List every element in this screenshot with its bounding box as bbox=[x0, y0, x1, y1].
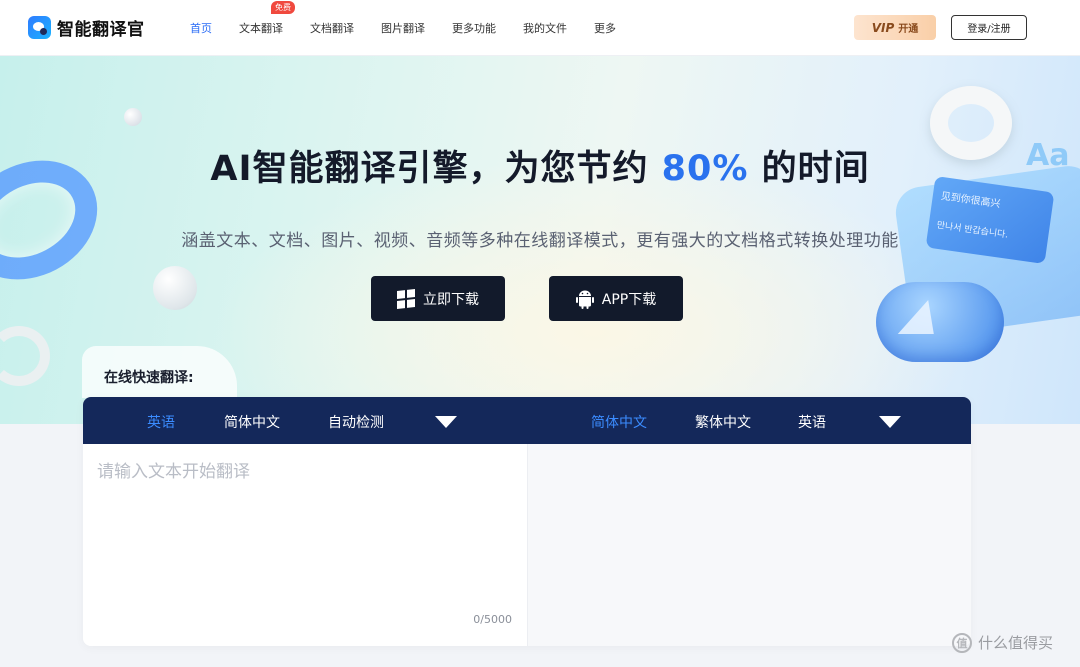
vip-logo: VIP bbox=[871, 20, 895, 35]
source-lang-simplified-chinese[interactable]: 简体中文 bbox=[224, 412, 280, 432]
app-download-label: APP下载 bbox=[601, 291, 657, 308]
source-text-area: 0/5000 bbox=[83, 444, 527, 646]
char-counter: 0/5000 bbox=[473, 613, 512, 626]
quick-translate-label: 在线快速翻译: bbox=[104, 370, 194, 386]
main-nav: 首页 文本翻译 免费 文档翻译 图片翻译 更多功能 我的文件 更多 bbox=[190, 0, 643, 56]
logo-text: 智能翻译官 bbox=[57, 20, 145, 40]
download-now-button[interactable]: 立即下载 bbox=[371, 276, 505, 321]
nav-more-features[interactable]: 更多功能 bbox=[452, 20, 496, 36]
card-text-chinese: 见到你很高兴 bbox=[940, 190, 1001, 211]
login-register-button[interactable]: 登录/注册 bbox=[951, 15, 1027, 40]
target-lang-english[interactable]: 英语 bbox=[798, 412, 826, 432]
white-sphere-decoration bbox=[153, 266, 197, 310]
vip-open-button[interactable]: VIP 开通 bbox=[854, 15, 936, 40]
vip-label: 开通 bbox=[898, 24, 919, 35]
hero-title-highlight: 80% bbox=[661, 149, 749, 189]
nav-image-translate[interactable]: 图片翻译 bbox=[381, 20, 425, 36]
target-lang-traditional-chinese[interactable]: 繁体中文 bbox=[695, 412, 751, 432]
site-logo[interactable]: 智能翻译官 bbox=[28, 15, 145, 40]
android-icon bbox=[575, 290, 594, 309]
target-lang-dropdown-icon[interactable] bbox=[879, 416, 901, 428]
windows-icon bbox=[397, 288, 415, 309]
app-download-button[interactable]: APP下载 bbox=[549, 276, 683, 321]
download-now-label: 立即下载 bbox=[423, 291, 479, 308]
translation-output-area bbox=[527, 444, 971, 646]
watermark: 值 什么值得买 bbox=[952, 632, 1053, 653]
nav-home[interactable]: 首页 bbox=[190, 20, 212, 36]
source-text-input[interactable] bbox=[97, 457, 513, 607]
small-sphere-decoration bbox=[124, 108, 142, 126]
cloud-lightning-decoration bbox=[876, 282, 1004, 362]
source-lang-auto-detect[interactable]: 自动检测 bbox=[328, 412, 384, 432]
nav-text-translate[interactable]: 文本翻译 免费 bbox=[239, 1, 295, 36]
source-lang-english[interactable]: 英语 bbox=[147, 412, 175, 432]
nav-doc-translate[interactable]: 文档翻译 bbox=[310, 20, 354, 36]
logo-icon bbox=[28, 16, 51, 39]
hero-subtitle: 涵盖文本、文档、图片、视频、音频等多种在线翻译模式，更有强大的文档格式转换处理功… bbox=[181, 231, 899, 251]
watermark-text: 什么值得买 bbox=[978, 634, 1054, 652]
target-lang-simplified-chinese[interactable]: 简体中文 bbox=[591, 412, 647, 432]
free-badge: 免费 bbox=[271, 1, 295, 14]
translate-panel: 英语 简体中文 自动检测 简体中文 繁体中文 英语 0/5000 bbox=[83, 397, 971, 646]
hero-title: AI智能翻译引擎，为您节约 80% 的时间 bbox=[0, 140, 1080, 191]
hero-title-prefix: AI智能翻译引擎，为您节约 bbox=[210, 149, 662, 189]
watermark-icon: 值 bbox=[952, 632, 972, 653]
hero-title-suffix: 的时间 bbox=[748, 149, 870, 189]
source-lang-dropdown-icon[interactable] bbox=[435, 416, 457, 428]
nav-text-translate-label: 文本翻译 bbox=[239, 22, 283, 35]
white-coil-decoration bbox=[0, 326, 50, 386]
language-bar: 英语 简体中文 自动检测 简体中文 繁体中文 英语 bbox=[83, 397, 971, 444]
nav-more[interactable]: 更多 bbox=[594, 20, 616, 36]
nav-my-files[interactable]: 我的文件 bbox=[523, 20, 567, 36]
top-header: 智能翻译官 首页 文本翻译 免费 文档翻译 图片翻译 更多功能 我的文件 更多 … bbox=[0, 0, 1080, 56]
